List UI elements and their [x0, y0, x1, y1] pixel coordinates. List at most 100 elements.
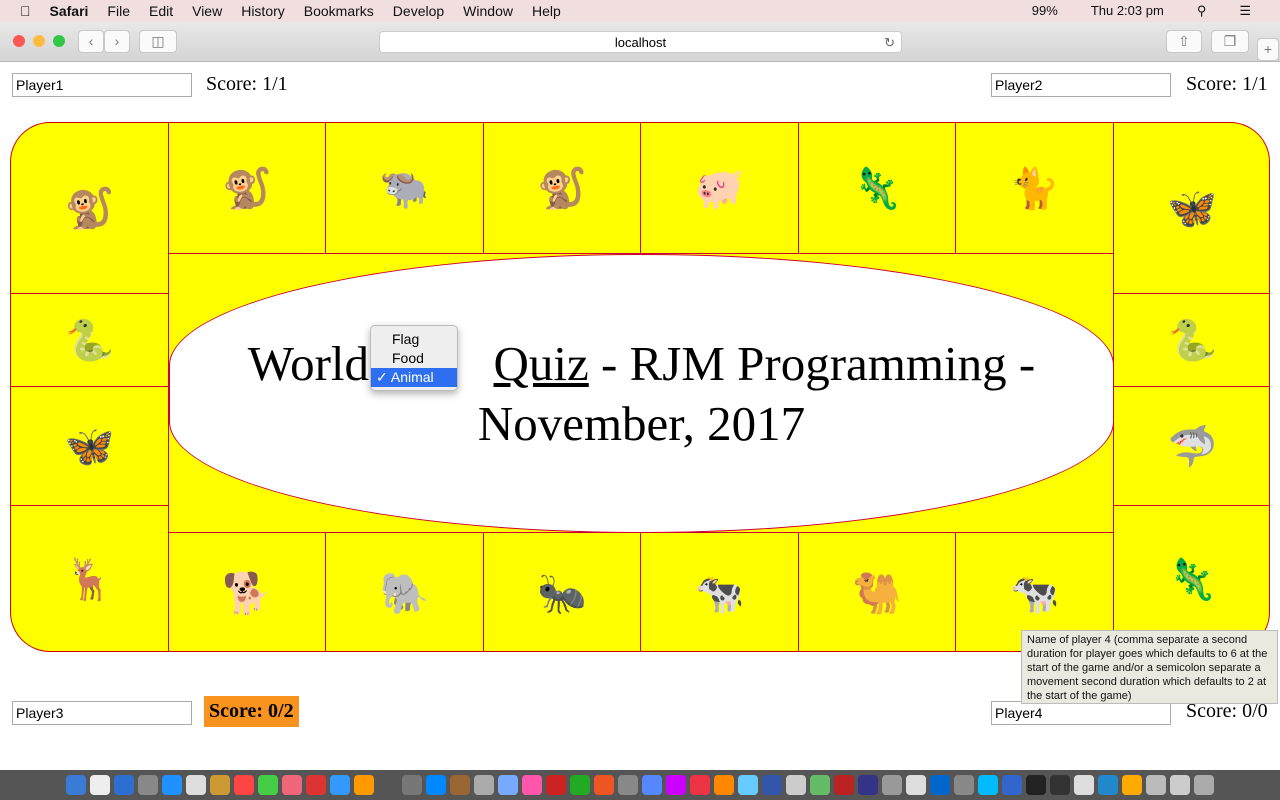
player1-name-input[interactable]: [12, 73, 192, 97]
animal-emoji: 🐘: [379, 570, 430, 617]
board-cell-top: 🐖: [640, 123, 799, 254]
dock-app-icon[interactable]: [786, 775, 806, 795]
dock-app-icon[interactable]: [1170, 775, 1190, 795]
dock-app-icon[interactable]: [930, 775, 950, 795]
dock-app-icon[interactable]: [258, 775, 278, 795]
menu-help[interactable]: Help: [532, 3, 561, 19]
dock-app-icon[interactable]: [138, 775, 158, 795]
board-cell-top: 🐈: [955, 123, 1114, 254]
close-button[interactable]: [13, 35, 25, 47]
animal-emoji: 🐜: [537, 570, 587, 617]
minimize-button[interactable]: [33, 35, 45, 47]
dock-app-icon[interactable]: [834, 775, 854, 795]
board-cell-top: 🐒: [11, 123, 169, 294]
apple-icon[interactable]: : [20, 3, 31, 19]
sidebar-button[interactable]: ◫: [139, 30, 177, 53]
animal-emoji: 🦋: [1167, 185, 1217, 232]
player3-name-input[interactable]: [12, 701, 192, 725]
dock-app-icon[interactable]: [282, 775, 302, 795]
dock-app-icon[interactable]: [210, 775, 230, 795]
dock-app-icon[interactable]: [906, 775, 926, 795]
player4-name-input[interactable]: [991, 701, 1171, 725]
share-button[interactable]: ⇧: [1166, 30, 1202, 53]
dock-app-icon[interactable]: [186, 775, 206, 795]
option-flag[interactable]: Flag: [371, 330, 457, 349]
back-button[interactable]: ‹: [78, 30, 104, 53]
dock-app-icon[interactable]: [594, 775, 614, 795]
menu-window[interactable]: Window: [463, 3, 513, 19]
dock-app-icon[interactable]: [978, 775, 998, 795]
dock-app-icon[interactable]: [642, 775, 662, 795]
animal-emoji: 🐄: [694, 570, 745, 617]
dock-app-icon[interactable]: [954, 775, 974, 795]
option-animal[interactable]: ✓ Animal: [371, 368, 457, 387]
player2-name-input[interactable]: [991, 73, 1171, 97]
dock-app-icon[interactable]: [1026, 775, 1046, 795]
dock-app-icon[interactable]: [1098, 775, 1118, 795]
dock-app-icon[interactable]: [426, 775, 446, 795]
menu-app[interactable]: Safari: [50, 3, 89, 19]
dock-app-icon[interactable]: [1074, 775, 1094, 795]
animal-emoji: 🐫: [852, 570, 902, 617]
menu-develop[interactable]: Develop: [393, 3, 444, 19]
dock-app-icon[interactable]: [474, 775, 494, 795]
dock-app-icon[interactable]: [1002, 775, 1022, 795]
dock-app-icon[interactable]: [762, 775, 782, 795]
dock-app-icon[interactable]: [354, 775, 374, 795]
quiz-link[interactable]: Quiz: [494, 336, 589, 391]
dock-app-icon[interactable]: [1194, 775, 1214, 795]
dock-app-icon[interactable]: [498, 775, 518, 795]
game-board: 🐒 🐒 🐃 🐒 🐖 🦎 🐈 🦋 🦌 🐕 🐘 🐜 🐄 🐫 🐄 🦎 🐍 🦋 🐍 🦈 World Quiz - RJM Pr…: [10, 122, 1270, 652]
category-dropdown[interactable]: Flag Food ✓ Animal: [370, 325, 458, 391]
board-cell-bottom: 🐕: [168, 532, 326, 651]
dock-app-icon[interactable]: [522, 775, 542, 795]
menu-history[interactable]: History: [241, 3, 285, 19]
dock-app-icon[interactable]: [666, 775, 686, 795]
menu-file[interactable]: File: [107, 3, 130, 19]
board-cell-left: 🐍: [11, 293, 169, 387]
dock-app-icon[interactable]: [234, 775, 254, 795]
dock-app-icon[interactable]: [162, 775, 182, 795]
dock-app-icon[interactable]: [858, 775, 878, 795]
reload-icon[interactable]: ↻: [884, 32, 895, 53]
dock-app-icon[interactable]: [714, 775, 734, 795]
dock-app-icon[interactable]: [378, 775, 398, 795]
dock-app-icon[interactable]: [66, 775, 86, 795]
dock-app-icon[interactable]: [882, 775, 902, 795]
board-cell-top: 🐒: [168, 123, 326, 254]
dock-app-icon[interactable]: [402, 775, 422, 795]
board-cell-bottom: 🐜: [483, 532, 641, 651]
list-icon[interactable]: ☰: [1239, 3, 1251, 19]
board-cell-right: 🦈: [1113, 386, 1269, 506]
dock-app-icon[interactable]: [114, 775, 134, 795]
dock-app-icon[interactable]: [618, 775, 638, 795]
board-cell-bottom: 🐘: [325, 532, 484, 651]
player1-score: Score: 1/1: [206, 73, 288, 95]
menu-view[interactable]: View: [192, 3, 222, 19]
battery-percent[interactable]: 99%: [1032, 3, 1058, 19]
board-cell-left: 🦋: [11, 386, 169, 506]
dock-app-icon[interactable]: [570, 775, 590, 795]
dock-app-icon[interactable]: [738, 775, 758, 795]
dock-app-icon[interactable]: [690, 775, 710, 795]
dock-app-icon[interactable]: [90, 775, 110, 795]
menu-bookmarks[interactable]: Bookmarks: [304, 3, 374, 19]
dock-app-icon[interactable]: [1122, 775, 1142, 795]
tabs-button[interactable]: ❐: [1211, 30, 1249, 53]
option-food[interactable]: Food: [371, 349, 457, 368]
animal-emoji: 🦈: [1167, 423, 1218, 470]
dock-app-icon[interactable]: [546, 775, 566, 795]
dock-app-icon[interactable]: [450, 775, 470, 795]
address-bar[interactable]: localhost ↻: [379, 31, 902, 53]
search-icon[interactable]: ⚲: [1197, 3, 1207, 19]
clock[interactable]: Thu 2:03 pm: [1091, 3, 1164, 19]
forward-button[interactable]: ›: [104, 30, 130, 53]
new-tab-button[interactable]: +: [1257, 38, 1279, 61]
dock-app-icon[interactable]: [1050, 775, 1070, 795]
dock-app-icon[interactable]: [330, 775, 350, 795]
dock-app-icon[interactable]: [306, 775, 326, 795]
menu-edit[interactable]: Edit: [149, 3, 173, 19]
dock-app-icon[interactable]: [1146, 775, 1166, 795]
dock-app-icon[interactable]: [810, 775, 830, 795]
zoom-button[interactable]: [53, 35, 65, 47]
